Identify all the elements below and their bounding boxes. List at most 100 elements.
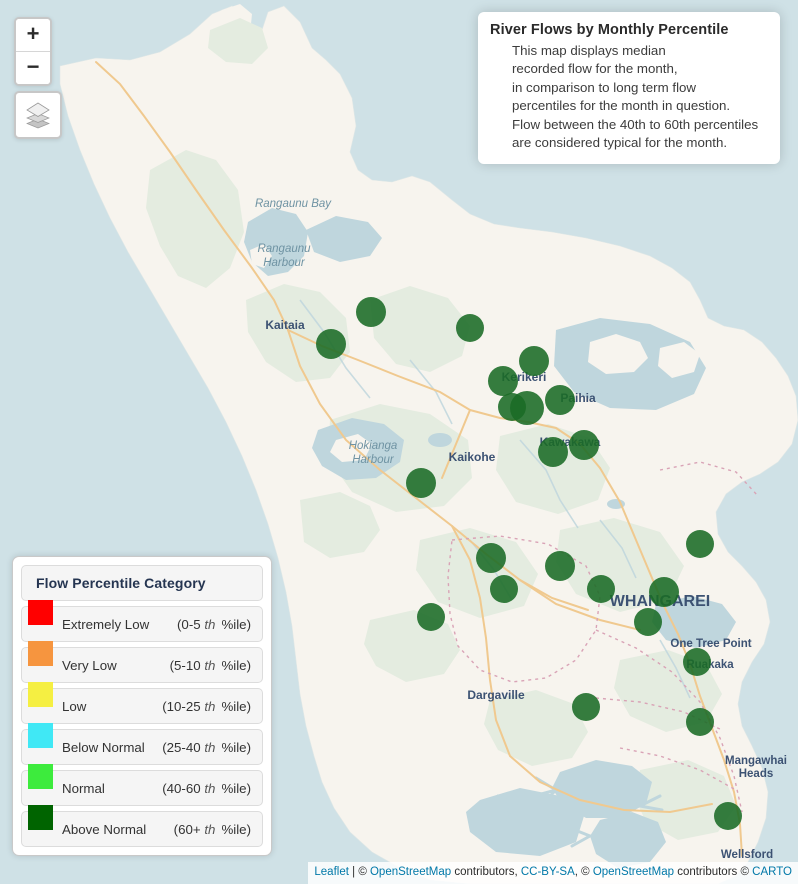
legend-range-ordinal: th [204,616,216,632]
zoom-control[interactable]: + − [14,17,52,86]
legend-row-below-normal[interactable]: Below Normal (25-40 th %ile) [21,723,263,765]
station-marker[interactable] [488,366,518,396]
legend-range-value: (60+ [173,821,205,837]
station-marker[interactable] [519,346,549,376]
legend-label: Normal [62,780,105,796]
info-line-4: percentiles for the month in question. [512,98,731,114]
station-marker[interactable] [683,648,711,676]
map-label-harbour: Harbour [263,257,306,269]
station-marker[interactable] [316,329,346,359]
map-label-one-tree-point: One Tree Point [670,638,751,650]
attribution-copy-1: © [358,866,370,878]
station-marker[interactable] [572,693,600,721]
legend-range: (10-25 th %ile) [162,699,251,714]
map-label-dargaville: Dargaville [467,688,525,702]
legend-range-unit: %ile) [221,698,251,714]
map-label-rangaunu: Rangaunu [257,243,311,255]
openstreetmap-link-1[interactable]: OpenStreetMap [370,866,451,878]
legend-range-value: (5-10 [169,657,205,673]
legend-title: Flow Percentile Category [36,575,206,591]
station-marker[interactable] [686,530,714,558]
zoom-in-button[interactable]: + [16,19,50,52]
attribution-bar[interactable]: Leaflet | © OpenStreetMap contributors, … [308,862,798,884]
carto-link[interactable]: CARTO [752,866,792,878]
leaflet-map-container[interactable]: Rangaunu Bay Rangaunu Harbour Kaitaia Kerike… [0,0,798,884]
station-marker[interactable] [538,437,568,467]
map-label-hokianga: Hokianga [349,440,398,452]
legend-range-ordinal: th [204,698,216,714]
legend-range-ordinal: th [204,657,216,673]
legend-range-value: (0-5 [177,616,205,632]
cc-by-sa-link[interactable]: CC-BY-SA [521,866,575,878]
legend-range-value: (40-60 [162,780,205,796]
map-label-kaikohe: Kaikohe [449,450,496,464]
attribution-copy-2: © [581,866,593,878]
legend-range-value: (25-40 [162,739,205,755]
station-marker[interactable] [714,802,742,830]
legend-range-unit: %ile) [221,821,251,837]
map-label-mangawhai: Mangawhai [725,755,787,767]
info-line-6: are considered typical for the month. [512,135,728,151]
legend-range-unit: %ile) [221,780,251,796]
station-marker[interactable] [545,551,575,581]
info-panel-title: River Flows by Monthly Percentile [490,22,729,38]
layers-control-button[interactable] [14,91,62,139]
map-label-rangaunu-bay: Rangaunu Bay [255,198,332,210]
openstreetmap-link-2[interactable]: OpenStreetMap [593,866,674,878]
station-marker[interactable] [545,385,575,415]
legend-swatch-extremely-low [28,600,53,625]
info-panel-body: This map displays median recorded flow fo… [490,42,770,152]
station-marker[interactable] [498,393,526,421]
map-label-harbour: Harbour [352,454,395,466]
zoom-out-button[interactable]: − [16,52,50,84]
station-marker[interactable] [476,543,506,573]
attribution-contrib-2: contributors [674,866,741,878]
layers-stack-icon [26,102,50,129]
info-line-2: recorded flow for the month, [512,61,678,77]
attribution-sep-1: | [348,866,359,878]
legend-range: (40-60 th %ile) [162,781,251,796]
map-label-heads: Heads [739,768,774,780]
legend-row-extremely-low[interactable]: Extremely Low (0-5 th %ile) [21,600,263,642]
legend-swatch-very-low [28,641,53,666]
legend-range: (60+ th %ile) [174,822,251,837]
legend-title-box: Flow Percentile Category [21,565,263,601]
legend-panel[interactable]: Flow Percentile Category Extremely Low (0… [12,556,272,856]
legend-range-unit: %ile) [221,657,251,673]
station-marker[interactable] [634,608,662,636]
legend-swatch-low [28,682,53,707]
legend-row-normal[interactable]: Normal (40-60 th %ile) [21,764,263,806]
legend-rows[interactable]: Extremely Low (0-5 th %ile) Very Low (5-10 t… [21,600,263,847]
station-marker[interactable] [406,468,436,498]
legend-swatch-above-normal [28,805,53,830]
station-marker[interactable] [356,297,386,327]
legend-range-ordinal: th [204,780,216,796]
legend-range-ordinal: th [204,821,216,837]
legend-row-low[interactable]: Low (10-25 th %ile) [21,682,263,724]
legend-label: Low [62,698,87,714]
station-marker[interactable] [649,577,679,607]
legend-label: Below Normal [62,739,145,755]
station-marker[interactable] [686,708,714,736]
map-label-wellsford: Wellsford [721,849,773,861]
legend-row-above-normal[interactable]: Above Normal (60+ th %ile) [21,805,263,847]
station-marker[interactable] [569,430,599,460]
legend-range-value: (10-25 [162,698,205,714]
legend-label: Extremely Low [62,616,150,632]
map-label-kaitaia: Kaitaia [265,318,305,332]
legend-range-unit: %ile) [221,739,251,755]
station-marker[interactable] [456,314,484,342]
legend-range-ordinal: th [204,739,216,755]
leaflet-link[interactable]: Leaflet [314,866,349,878]
info-line-1: This map displays median [512,43,666,58]
info-line-3: in comparison to long term flow [512,79,697,95]
info-line-5: Flow between the 40th to 60th percentile… [512,116,759,132]
legend-range: (5-10 th %ile) [170,658,251,673]
legend-row-very-low[interactable]: Very Low (5-10 th %ile) [21,641,263,683]
station-marker[interactable] [587,575,615,603]
attribution-contrib-1: contributors, [451,866,521,878]
attribution-copy-3: © [740,866,753,878]
station-marker[interactable] [417,603,445,631]
legend-range: (25-40 th %ile) [162,740,251,755]
station-marker[interactable] [490,575,518,603]
